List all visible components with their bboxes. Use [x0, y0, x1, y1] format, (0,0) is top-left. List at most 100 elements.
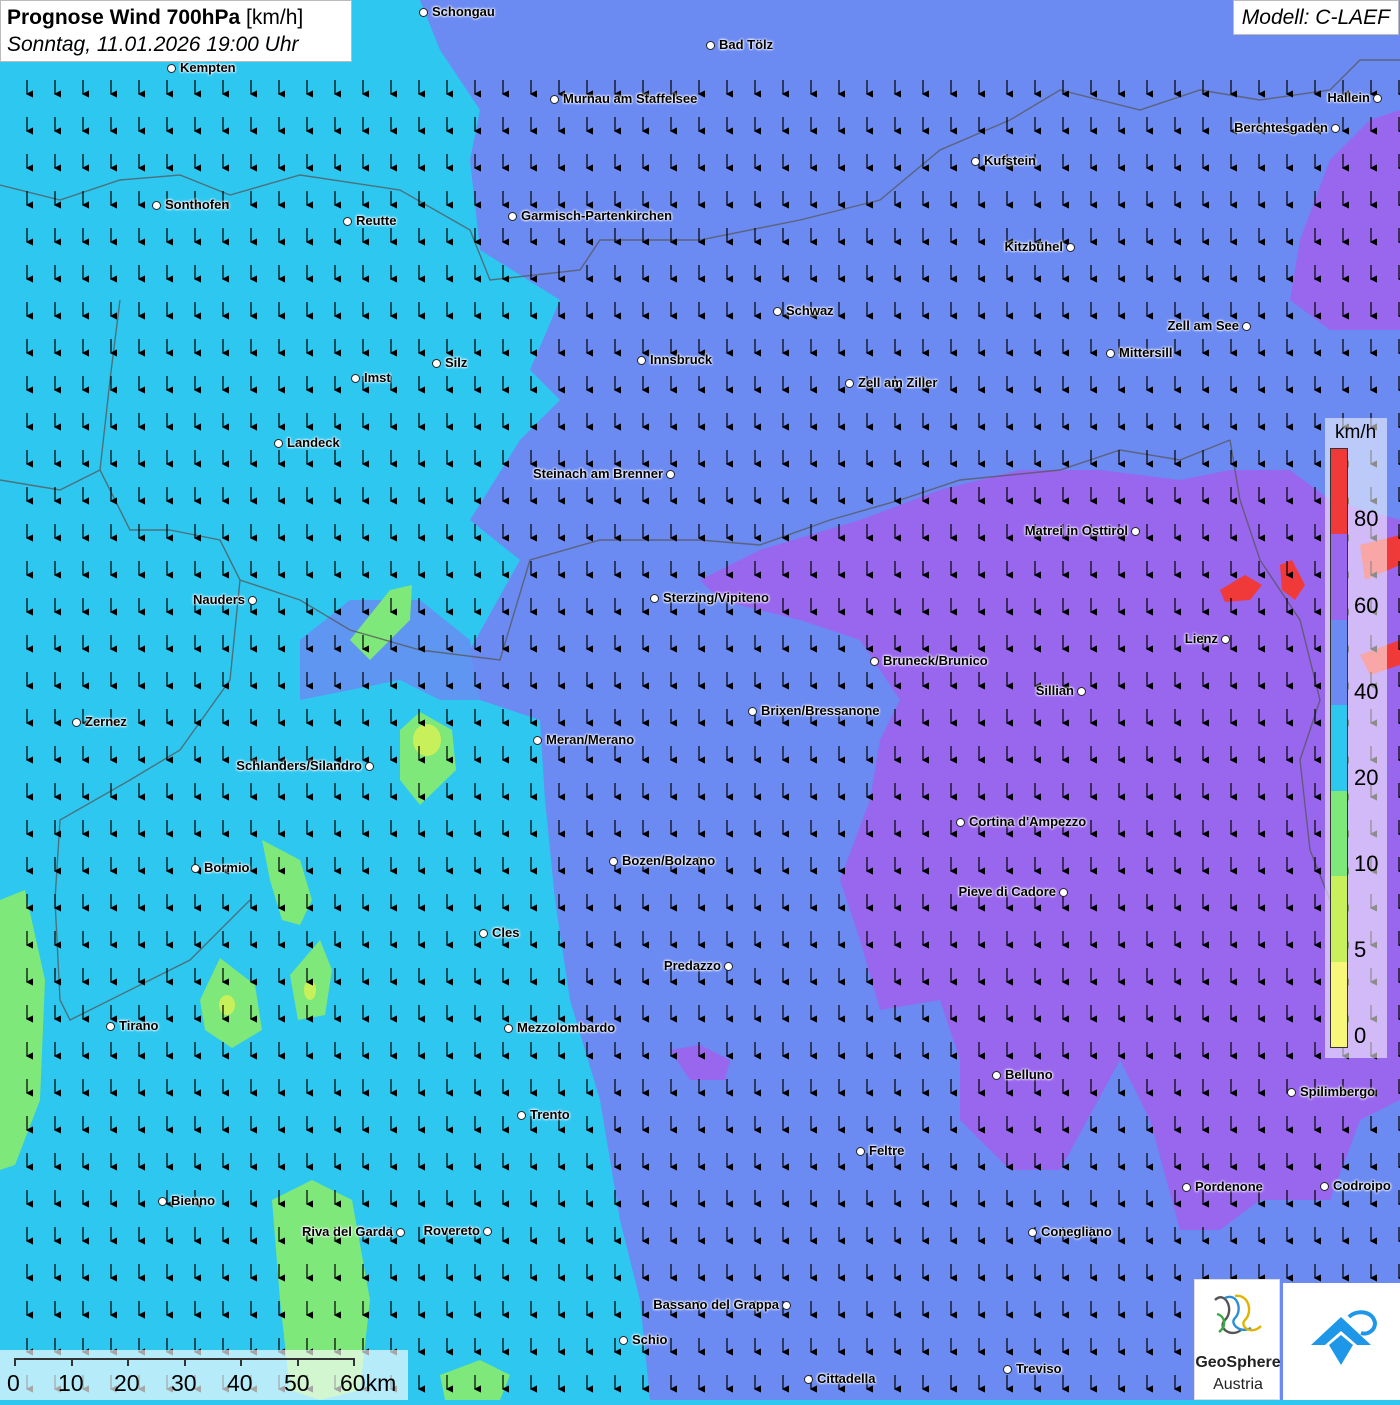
city-label: Bruneck/Brunico	[883, 653, 988, 668]
scale-label: 40	[227, 1370, 253, 1396]
scale-tick	[14, 1358, 16, 1366]
city-label: Berchtesgaden	[1234, 120, 1328, 135]
city-label: Sonthofen	[165, 197, 230, 212]
legend-unit: km/h	[1335, 422, 1377, 443]
city-label: Zernez	[85, 714, 127, 729]
city-label: Hallein	[1327, 90, 1370, 105]
app-brand-icon	[1311, 1310, 1378, 1365]
legend-color-bar	[1330, 448, 1348, 1048]
city-marker-icon	[706, 41, 715, 50]
city-label: Belluno	[1005, 1067, 1053, 1082]
city-label: Mittersill	[1119, 345, 1173, 360]
scale-label: 30	[171, 1370, 197, 1396]
city-marker-icon	[1242, 322, 1251, 331]
city-marker-icon	[1221, 635, 1230, 644]
city-marker-icon	[1066, 243, 1075, 252]
city-marker-icon	[351, 374, 360, 383]
city-label: Schwaz	[786, 303, 834, 318]
city-label: Innsbruck	[650, 352, 713, 367]
city-marker-icon	[152, 201, 161, 210]
city-label: Garmisch-Partenkirchen	[521, 208, 673, 223]
geosphere-logo[interactable]: GeoSphere Austria	[1194, 1279, 1281, 1400]
city-marker-icon	[845, 379, 854, 388]
city-marker-icon	[533, 736, 542, 745]
city-label: Lienz	[1184, 631, 1218, 646]
city-marker-icon	[365, 762, 374, 771]
city-marker-icon	[1077, 687, 1086, 696]
legend-tick-40: 40	[1354, 679, 1379, 704]
city-marker-icon	[619, 1336, 628, 1345]
city-label: Kempten	[180, 60, 236, 75]
scale-tick	[297, 1358, 299, 1366]
city-marker-icon	[971, 157, 980, 166]
city-marker-icon	[1373, 94, 1382, 103]
wind-band-5-10-b	[219, 995, 235, 1015]
legend-seg-0-5	[1331, 961, 1347, 1047]
city-label: Bad Tölz	[719, 37, 774, 52]
city-marker-icon	[1059, 888, 1068, 897]
city-label: Bassano del Grappa	[653, 1297, 779, 1312]
scale-label: 0	[7, 1370, 20, 1396]
city-marker-icon	[1331, 124, 1340, 133]
city-marker-icon	[1320, 1182, 1329, 1191]
city-label: Bienno	[171, 1193, 216, 1208]
legend-seg-60-80	[1331, 534, 1347, 620]
city-marker-icon	[483, 1227, 492, 1236]
city-label: Cortina d'Ampezzo	[969, 814, 1087, 829]
city-marker-icon	[992, 1071, 1001, 1080]
city-marker-icon	[274, 439, 283, 448]
city-marker-icon	[517, 1111, 526, 1120]
city-label: Imst	[364, 370, 391, 385]
city-label: Reutte	[356, 213, 397, 228]
geosphere-emblem-icon	[1214, 1294, 1262, 1335]
city-marker-icon	[1182, 1183, 1191, 1192]
wind-band-5-10-c	[304, 980, 316, 1000]
city-label: Bormio	[204, 860, 250, 875]
city-marker-icon	[191, 864, 200, 873]
app-logo[interactable]	[1283, 1283, 1400, 1400]
city-label: Feltre	[869, 1143, 905, 1158]
city-marker-icon	[504, 1024, 513, 1033]
legend-seg-5-10	[1331, 876, 1347, 962]
legend-seg-20-40	[1331, 705, 1347, 791]
city-marker-icon	[248, 596, 257, 605]
city-label: Kufstein	[984, 153, 1036, 168]
city-label: Kitzbühel	[1004, 239, 1064, 254]
city-marker-icon	[956, 818, 965, 827]
logo-name: GeoSphere	[1195, 1354, 1281, 1371]
title-box: Prognose Wind 700hPa [km/h] Sonntag, 11.…	[0, 0, 352, 62]
city-label: Sterzing/Vipiteno	[663, 590, 769, 605]
legend-seg-80plus	[1331, 449, 1347, 535]
city-label: Schongau	[432, 4, 495, 19]
city-marker-icon	[804, 1375, 813, 1384]
city-marker-icon	[72, 718, 81, 727]
legend-tick-10: 10	[1354, 851, 1379, 876]
scale-tick	[184, 1358, 186, 1366]
scale-bar: 0 10 20 30 40 50 60km	[0, 1350, 408, 1400]
city-label: Meran/Merano	[546, 732, 635, 747]
city-marker-icon	[637, 356, 646, 365]
city-label: Zell am See	[1167, 318, 1239, 333]
city-label: Landeck	[287, 435, 340, 450]
city-marker-icon	[419, 8, 428, 17]
city-marker-icon	[1131, 527, 1140, 536]
city-marker-icon	[508, 212, 517, 221]
scale-tick	[127, 1358, 129, 1366]
city-label: Mezzolombardo	[517, 1020, 616, 1035]
city-marker-icon	[870, 657, 879, 666]
city-label: Rovereto	[423, 1223, 480, 1238]
city-marker-icon	[479, 929, 488, 938]
city-label: Pieve di Cadore	[958, 884, 1056, 899]
city-marker-icon	[343, 217, 352, 226]
city-label: Sillian	[1035, 683, 1074, 698]
logo-sub: Austria	[1213, 1376, 1263, 1393]
city-marker-icon	[1106, 349, 1115, 358]
scale-tick	[353, 1358, 355, 1366]
city-marker-icon	[1287, 1088, 1296, 1097]
city-marker-icon	[724, 962, 733, 971]
city-label: Schio	[632, 1332, 668, 1347]
city-label: Predazzo	[663, 958, 721, 973]
city-label: Trento	[530, 1107, 570, 1122]
city-label: Schlanders/Silandro	[236, 758, 362, 773]
city-label: Pordenone	[1195, 1179, 1263, 1194]
